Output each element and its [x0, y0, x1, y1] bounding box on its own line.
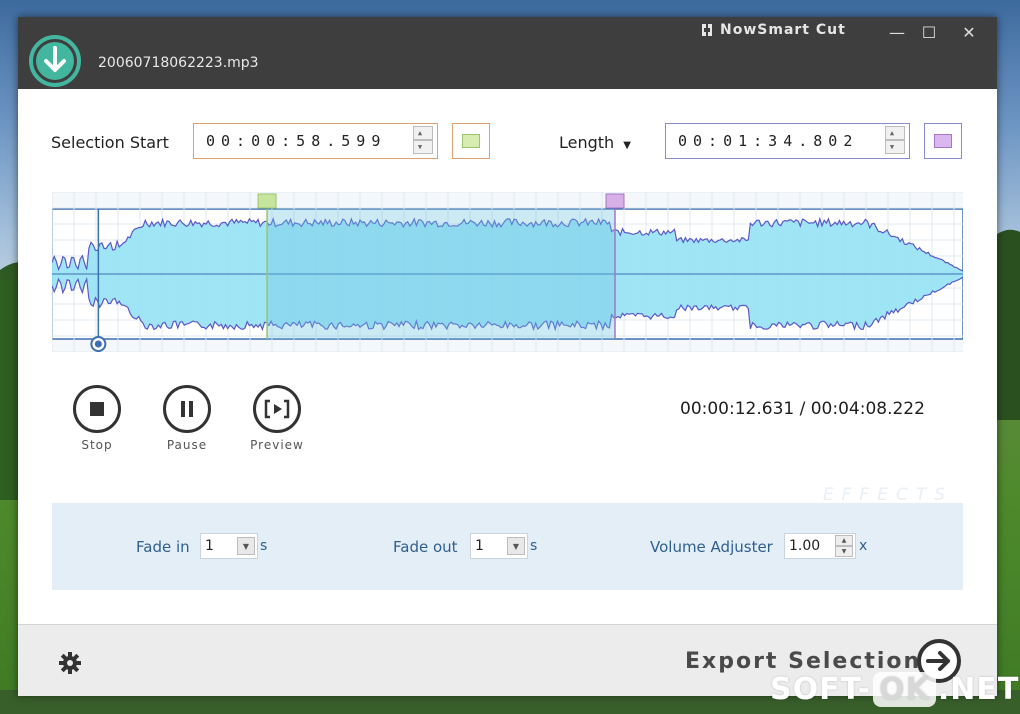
minimize-icon: —	[889, 22, 905, 42]
start-marker-swatch	[462, 134, 480, 148]
minimize-button[interactable]: —	[882, 20, 912, 44]
fade-in-unit: s	[260, 538, 268, 554]
stop-icon[interactable]	[73, 385, 121, 433]
volume-adjuster-value: 1.00	[789, 538, 821, 554]
pause-label: Pause	[166, 438, 208, 452]
fade-out-unit: s	[530, 538, 538, 554]
length-spinner[interactable]: ▲ ▼	[885, 126, 905, 156]
spin-up-icon[interactable]: ▲	[413, 126, 433, 140]
effects-panel: EFFECTS Fade in 1 ▼ s Fade out 1 ▼ s Vol…	[52, 485, 963, 590]
fade-in-select[interactable]: 1 ▼	[200, 533, 258, 559]
spin-down-icon[interactable]: ▼	[835, 546, 853, 557]
volume-unit: x	[859, 538, 868, 554]
selection-start-spinner[interactable]: ▲ ▼	[413, 126, 433, 156]
fade-in-value: 1	[205, 538, 214, 554]
playhead-handle[interactable]	[94, 340, 102, 348]
chevron-down-icon: ▼	[623, 140, 631, 151]
export-selection-label[interactable]: Export Selection	[685, 649, 921, 674]
close-icon: ✕	[962, 22, 976, 42]
watermark-left: SOFT-	[770, 672, 872, 707]
spin-down-icon[interactable]: ▼	[885, 140, 905, 154]
title-bar[interactable]: 20060718062223.mp3 NowSmart Cut — ☐ ✕	[18, 17, 997, 89]
length-input[interactable]: 00:01:34.802 ▲ ▼	[665, 123, 910, 159]
set-start-button[interactable]	[452, 123, 490, 159]
download-arrow-icon[interactable]	[28, 34, 82, 88]
preview-label: Preview	[250, 438, 304, 452]
selection-start-handle[interactable]	[257, 193, 277, 209]
spin-up-icon[interactable]: ▲	[835, 535, 853, 546]
preview-icon[interactable]	[253, 385, 301, 433]
selection-start-label: Selection Start	[51, 133, 169, 152]
length-dropdown[interactable]: Length ▼	[559, 133, 631, 152]
length-label: Length	[559, 133, 615, 152]
waveform-editor[interactable]	[52, 192, 963, 352]
volume-adjuster-label: Volume Adjuster	[650, 538, 773, 556]
volume-spinner[interactable]: ▲ ▼	[835, 535, 853, 557]
watermark-right: .NET	[937, 672, 1020, 707]
watermark-mid: OK	[873, 672, 936, 707]
stop-button[interactable]: Stop	[67, 385, 127, 452]
end-marker-swatch	[934, 134, 952, 148]
fade-out-select[interactable]: 1 ▼	[470, 533, 528, 559]
spin-up-icon[interactable]: ▲	[885, 126, 905, 140]
close-button[interactable]: ✕	[954, 20, 984, 44]
pause-button[interactable]: Pause	[157, 385, 217, 452]
maximize-button[interactable]: ☐	[914, 20, 944, 44]
effects-watermark: EFFECTS	[822, 485, 953, 505]
spin-down-icon[interactable]: ▼	[413, 140, 433, 154]
app-title-text: NowSmart Cut	[720, 22, 846, 38]
chevron-down-icon[interactable]: ▼	[507, 537, 525, 555]
file-name: 20060718062223.mp3	[98, 55, 259, 71]
gear-icon[interactable]	[58, 651, 82, 675]
selection-end-handle[interactable]	[605, 193, 625, 209]
volume-adjuster-input[interactable]: 1.00 ▲ ▼	[784, 533, 856, 559]
scissors-icon	[702, 24, 712, 36]
selection-start-input[interactable]: 00:00:58.599 ▲ ▼	[193, 123, 438, 159]
chevron-down-icon[interactable]: ▼	[237, 537, 255, 555]
time-readout: 00:00:12.631 / 00:04:08.222	[680, 399, 925, 419]
length-value: 00:01:34.802	[678, 132, 859, 150]
app-title: NowSmart Cut	[700, 22, 846, 38]
pause-icon[interactable]	[163, 385, 211, 433]
fade-out-label: Fade out	[393, 538, 458, 556]
fade-out-value: 1	[475, 538, 484, 554]
fade-in-label: Fade in	[136, 538, 190, 556]
maximize-icon: ☐	[921, 22, 937, 42]
stop-label: Stop	[81, 438, 113, 452]
set-end-button[interactable]	[924, 123, 962, 159]
selection-region	[267, 209, 615, 339]
selection-start-value: 00:00:58.599	[206, 132, 387, 150]
app-window: 20060718062223.mp3 NowSmart Cut — ☐ ✕ Se…	[18, 17, 997, 696]
preview-button[interactable]: Preview	[247, 385, 307, 452]
site-watermark: SOFT- OK .NET	[770, 672, 1019, 707]
